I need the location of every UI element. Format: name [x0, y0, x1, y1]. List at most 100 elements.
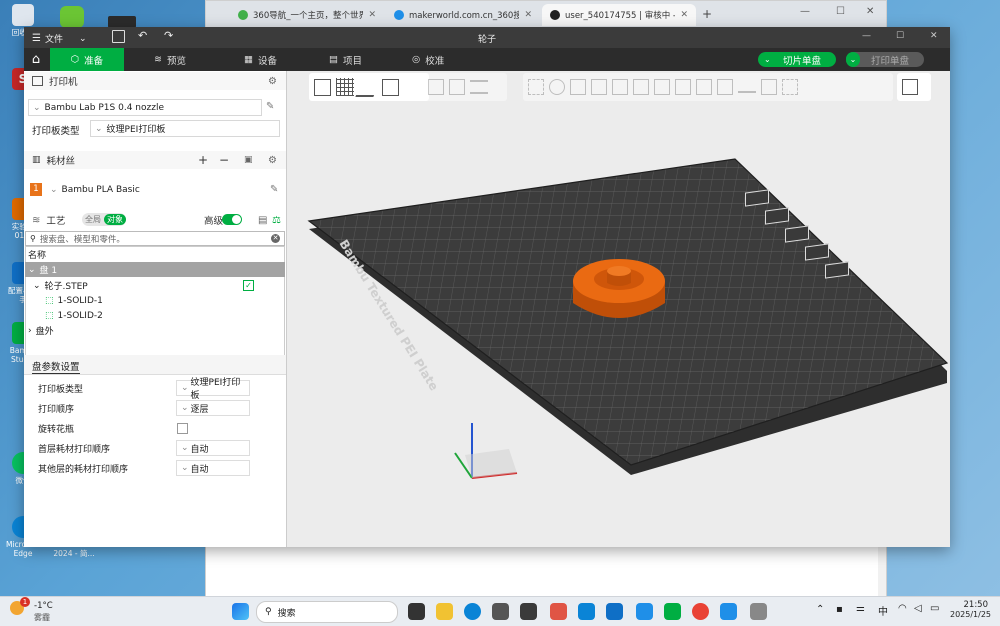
plate-settings-header: 盘参数设置: [24, 355, 286, 375]
weather-badge: 1: [20, 597, 30, 607]
weather-desc: 雾霾: [34, 613, 50, 622]
maximize-button[interactable]: ☐: [896, 31, 904, 41]
app-titlebar: ☰ 文件 ⌄ ↶ ↷ 轮子 — ☐ ✕: [24, 27, 950, 48]
filament-slot-badge[interactable]: 1: [30, 183, 42, 196]
edit-icon[interactable]: ✎: [266, 101, 274, 112]
bambu-studio-window: ☰ 文件 ⌄ ↶ ↷ 轮子 — ☐ ✕ ⌂ ⬡ 准备 ≋ 预览 ▦ 设备 ▤ 项目 ◎ 校…: [24, 27, 950, 547]
plate-type-select[interactable]: ⌄ 纹理PEI打印板: [90, 120, 280, 137]
remove-icon[interactable]: −: [219, 153, 229, 167]
device-icon: ▦: [244, 54, 253, 65]
tab-prepare[interactable]: ⬡ 准备: [50, 48, 124, 71]
sync-icon[interactable]: ▣: [244, 155, 253, 165]
spool-icon: ▥: [32, 155, 41, 165]
tray-app-icon[interactable]: ▪: [836, 604, 843, 615]
printer-section-header: 打印机 ⚙: [24, 72, 286, 90]
project-icon: ▤: [329, 54, 338, 65]
add-icon[interactable]: +: [198, 153, 208, 167]
advanced-toggle[interactable]: [222, 214, 242, 225]
object-visible-checkbox[interactable]: ✓: [243, 280, 254, 291]
param-print-order-select[interactable]: ⌄ 逐层: [176, 400, 250, 416]
taskbar-search[interactable]: ⚲ 搜索: [256, 601, 398, 623]
tree-item-part[interactable]: ⬚ 1-SOLID-2: [25, 308, 285, 323]
task-view-icon[interactable]: [408, 603, 425, 620]
compare-icon[interactable]: ⚖: [272, 215, 281, 226]
chevron-down-icon: ⌄: [764, 55, 771, 64]
part-icon: ⬚: [45, 310, 54, 321]
chrome-icon[interactable]: [692, 603, 709, 620]
gear-icon[interactable]: ⚙: [268, 155, 277, 166]
app-taskbar-icon[interactable]: [720, 603, 737, 620]
printer-select[interactable]: ⌄ Bambu Lab P1S 0.4 nozzle: [28, 99, 262, 116]
chevron-down-icon: ⌄: [33, 280, 41, 291]
search-favicon-icon: [394, 10, 404, 20]
process-settings-icon[interactable]: ▤: [258, 215, 267, 226]
ime-indicator[interactable]: 中: [878, 603, 888, 618]
main-toolbar: ⌂ ⬡ 准备 ≋ 预览 ▦ 设备 ▤ 项目 ◎ 校准 ⌄ 切片单盘 ⌄ 打印单盘: [24, 48, 950, 71]
layers-icon: ≋: [154, 54, 162, 65]
object-list-header: 名称: [28, 251, 47, 261]
volume-icon[interactable]: ◁: [914, 603, 922, 614]
home-icon[interactable]: ⌂: [24, 48, 48, 71]
print-plate-button[interactable]: ⌄ 打印单盘: [846, 52, 924, 67]
tray-chevron-up-icon[interactable]: ⌃: [816, 604, 824, 615]
build-plate-scene: Bambu Textured PEI Plate: [307, 158, 949, 479]
close-tab-icon[interactable]: ✕: [680, 10, 688, 20]
calibrate-icon: ◎: [412, 54, 421, 65]
windows-start-icon[interactable]: [232, 603, 249, 620]
tree-item-plate[interactable]: ⌄ 盘 1: [25, 262, 285, 277]
maximize-button[interactable]: ☐: [836, 6, 845, 17]
file-explorer-icon[interactable]: [436, 603, 453, 620]
desktop-app-green-icon[interactable]: [60, 6, 84, 28]
tab-preview[interactable]: ≋ 预览: [154, 48, 186, 71]
outlook-icon[interactable]: [606, 603, 623, 620]
bambu-studio-taskbar-icon[interactable]: [664, 603, 681, 620]
app-taskbar-icon[interactable]: [550, 603, 567, 620]
tree-item-outside[interactable]: › 盘外: [25, 323, 285, 338]
minimize-button[interactable]: —: [862, 31, 871, 41]
clock[interactable]: 21:50 2025/1/25: [950, 600, 991, 619]
process-section-header: ≋ 工艺 全局 对象 高级 ▤ ⚖: [32, 213, 281, 227]
printer-icon: [32, 76, 43, 86]
app-taskbar-icon[interactable]: [750, 603, 767, 620]
search-icon: ⚲: [30, 234, 36, 243]
close-tab-icon[interactable]: ✕: [368, 10, 376, 20]
object-search-input[interactable]: ⚲ 搜索盘、模型和零件。 ✕: [25, 231, 285, 246]
battery-icon[interactable]: ▭: [930, 603, 939, 614]
param-other-layer-order-select[interactable]: ⌄ 自动: [176, 460, 250, 476]
tab-device[interactable]: ▦ 设备: [244, 48, 277, 71]
edit-icon[interactable]: ✎: [270, 184, 278, 195]
param-plate-type-select[interactable]: ⌄ 纹理PEI打印板: [176, 378, 250, 401]
process-scope-toggle[interactable]: 全局 对象: [82, 213, 126, 226]
chevron-down-icon: ⌄: [181, 403, 189, 413]
tree-item-part[interactable]: ⬚ 1-SOLID-1: [25, 293, 285, 308]
clear-search-icon[interactable]: ✕: [271, 234, 280, 243]
close-window-button[interactable]: ✕: [930, 31, 938, 41]
slice-plate-button[interactable]: ⌄ 切片单盘: [758, 52, 836, 67]
tab-project[interactable]: ▤ 项目: [329, 48, 362, 71]
app-taskbar-icon[interactable]: [520, 603, 537, 620]
minimize-button[interactable]: —: [800, 6, 810, 17]
plate-type-label: 打印板类型: [32, 126, 80, 137]
close-window-button[interactable]: ✕: [866, 6, 874, 17]
spiral-vase-checkbox[interactable]: [177, 423, 188, 434]
edge-taskbar-icon[interactable]: [464, 603, 481, 620]
filament-select[interactable]: ⌄ Bambu PLA Basic: [46, 181, 266, 198]
tray-settings-icon[interactable]: ⚌: [856, 603, 865, 614]
param-first-layer-order-select[interactable]: ⌄ 自动: [176, 440, 250, 456]
3d-viewport[interactable]: Bambu Textured PEI Plate: [287, 71, 950, 547]
chevron-down-icon: ⌄: [181, 383, 189, 393]
browser-tab-search[interactable]: makerworld.com.cn_360搜索 ✕: [386, 4, 540, 26]
gear-icon[interactable]: ⚙: [268, 76, 277, 87]
wheel-model[interactable]: [573, 259, 665, 318]
app-taskbar-icon[interactable]: [636, 603, 653, 620]
store-icon[interactable]: [492, 603, 509, 620]
chevron-down-icon: ⌄: [181, 463, 189, 473]
browser-tab-makerworld[interactable]: user_540174755 | 审核中 - M... ✕: [542, 4, 696, 26]
tree-item-object[interactable]: ⌄ 轮子.STEP ✓: [25, 278, 285, 293]
wifi-icon[interactable]: ◠: [898, 603, 907, 614]
new-tab-button[interactable]: +: [702, 7, 712, 21]
onedrive-icon[interactable]: [578, 603, 595, 620]
tab-calibrate[interactable]: ◎ 校准: [412, 48, 444, 71]
browser-tab-360[interactable]: 360导航_一个主页，整个世界 ✕: [230, 4, 384, 26]
close-tab-icon[interactable]: ✕: [524, 10, 532, 20]
